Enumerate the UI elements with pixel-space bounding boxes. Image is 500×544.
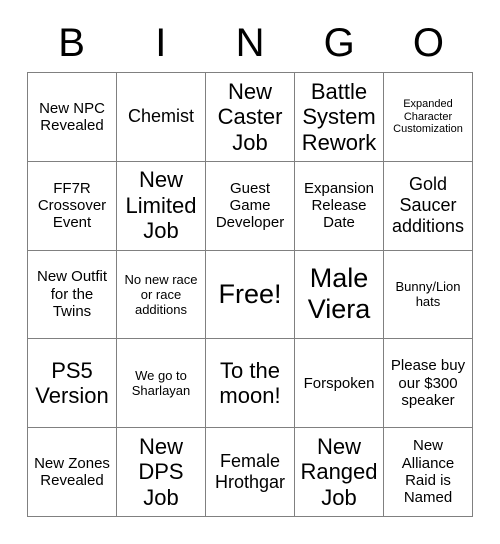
bingo-cell-label: Guest Game Developer [215, 179, 285, 232]
bingo-cell-label: Bunny/Lion hats [395, 279, 461, 310]
bingo-cell-label: New Outfit for the Twins [36, 268, 108, 321]
bingo-cell-label: No new race or race additions [124, 271, 198, 318]
bingo-cell-label: New Caster Job [217, 78, 283, 155]
bingo-cell-label: To the moon! [219, 357, 281, 409]
bingo-cell-label: New NPC Revealed [39, 99, 105, 134]
bingo-cell-label: Free! [218, 278, 282, 309]
bingo-cell[interactable]: PS5 Version [28, 339, 117, 429]
bingo-cell[interactable]: Guest Game Developer [206, 161, 295, 251]
bingo-cell[interactable]: Bunny/Lion hats [384, 250, 473, 340]
bingo-cell-label: Please buy our $300 speaker [390, 357, 466, 409]
bingo-cell[interactable]: New DPS Job [117, 428, 206, 517]
bingo-grid: New NPC Revealed Chemist New Caster Job Bat… [27, 72, 473, 517]
bingo-cell[interactable]: Free! [206, 250, 295, 340]
bingo-cell-label: Chemist [127, 106, 194, 127]
bingo-cell-label: New DPS Job [138, 433, 184, 510]
bingo-cell[interactable]: Please buy our $300 speaker [384, 339, 473, 429]
bingo-cell-label: Forspoken [303, 374, 375, 392]
bingo-header-letter-b: B [58, 21, 85, 65]
bingo-cell[interactable]: Gold Saucer additions [384, 161, 473, 251]
bingo-cell[interactable]: New NPC Revealed [28, 73, 117, 162]
bingo-cell[interactable]: We go to Sharlayan [117, 339, 206, 429]
bingo-header-row: B I N G O [27, 14, 473, 72]
bingo-cell-label: Battle System Rework [301, 78, 377, 155]
bingo-cell-label: FF7R Crossover Event [37, 179, 107, 232]
bingo-header-letter-o: O [412, 21, 444, 65]
bingo-cell[interactable]: Chemist [117, 73, 206, 162]
bingo-cell-label: Expanded Character Customization [393, 97, 463, 136]
bingo-cell-label: We go to Sharlayan [131, 368, 191, 399]
bingo-cell[interactable]: Forspoken [295, 339, 384, 429]
bingo-card: B I N G O New NPC Revealed Chemist New Cas… [0, 0, 500, 544]
bingo-cell[interactable]: Expansion Release Date [295, 161, 384, 251]
bingo-cell[interactable]: Male Viera [295, 250, 384, 340]
bingo-cell[interactable]: New Caster Job [206, 73, 295, 162]
bingo-cell-label: Gold Saucer additions [391, 174, 465, 237]
bingo-cell[interactable]: New Limited Job [117, 161, 206, 251]
bingo-cell[interactable]: New Alliance Raid is Named [384, 428, 473, 517]
bingo-header-letter-g: G [323, 21, 355, 65]
bingo-cell-label: Male Viera [307, 263, 371, 325]
bingo-cell[interactable]: No new race or race additions [117, 250, 206, 340]
bingo-cell[interactable]: Female Hrothgar [206, 428, 295, 517]
bingo-cell-label: PS5 Version [35, 357, 109, 409]
bingo-cell[interactable]: Expanded Character Customization [384, 73, 473, 162]
bingo-header-letter-i: I [155, 21, 167, 65]
bingo-cell-label: New Alliance Raid is Named [401, 437, 455, 507]
bingo-cell[interactable]: New Outfit for the Twins [28, 250, 117, 340]
bingo-cell-label: New Limited Job [125, 167, 197, 244]
bingo-cell[interactable]: New Zones Revealed [28, 428, 117, 517]
bingo-cell-label: Expansion Release Date [303, 179, 375, 232]
bingo-cell[interactable]: To the moon! [206, 339, 295, 429]
bingo-cell[interactable]: FF7R Crossover Event [28, 161, 117, 251]
bingo-cell-label: New Zones Revealed [34, 454, 110, 490]
bingo-cell[interactable]: New Ranged Job [295, 428, 384, 517]
bingo-header-letter-n: N [235, 21, 265, 65]
bingo-cell-label: New Ranged Job [300, 433, 378, 510]
bingo-cell[interactable]: Battle System Rework [295, 73, 384, 162]
bingo-cell-label: Female Hrothgar [214, 451, 286, 493]
